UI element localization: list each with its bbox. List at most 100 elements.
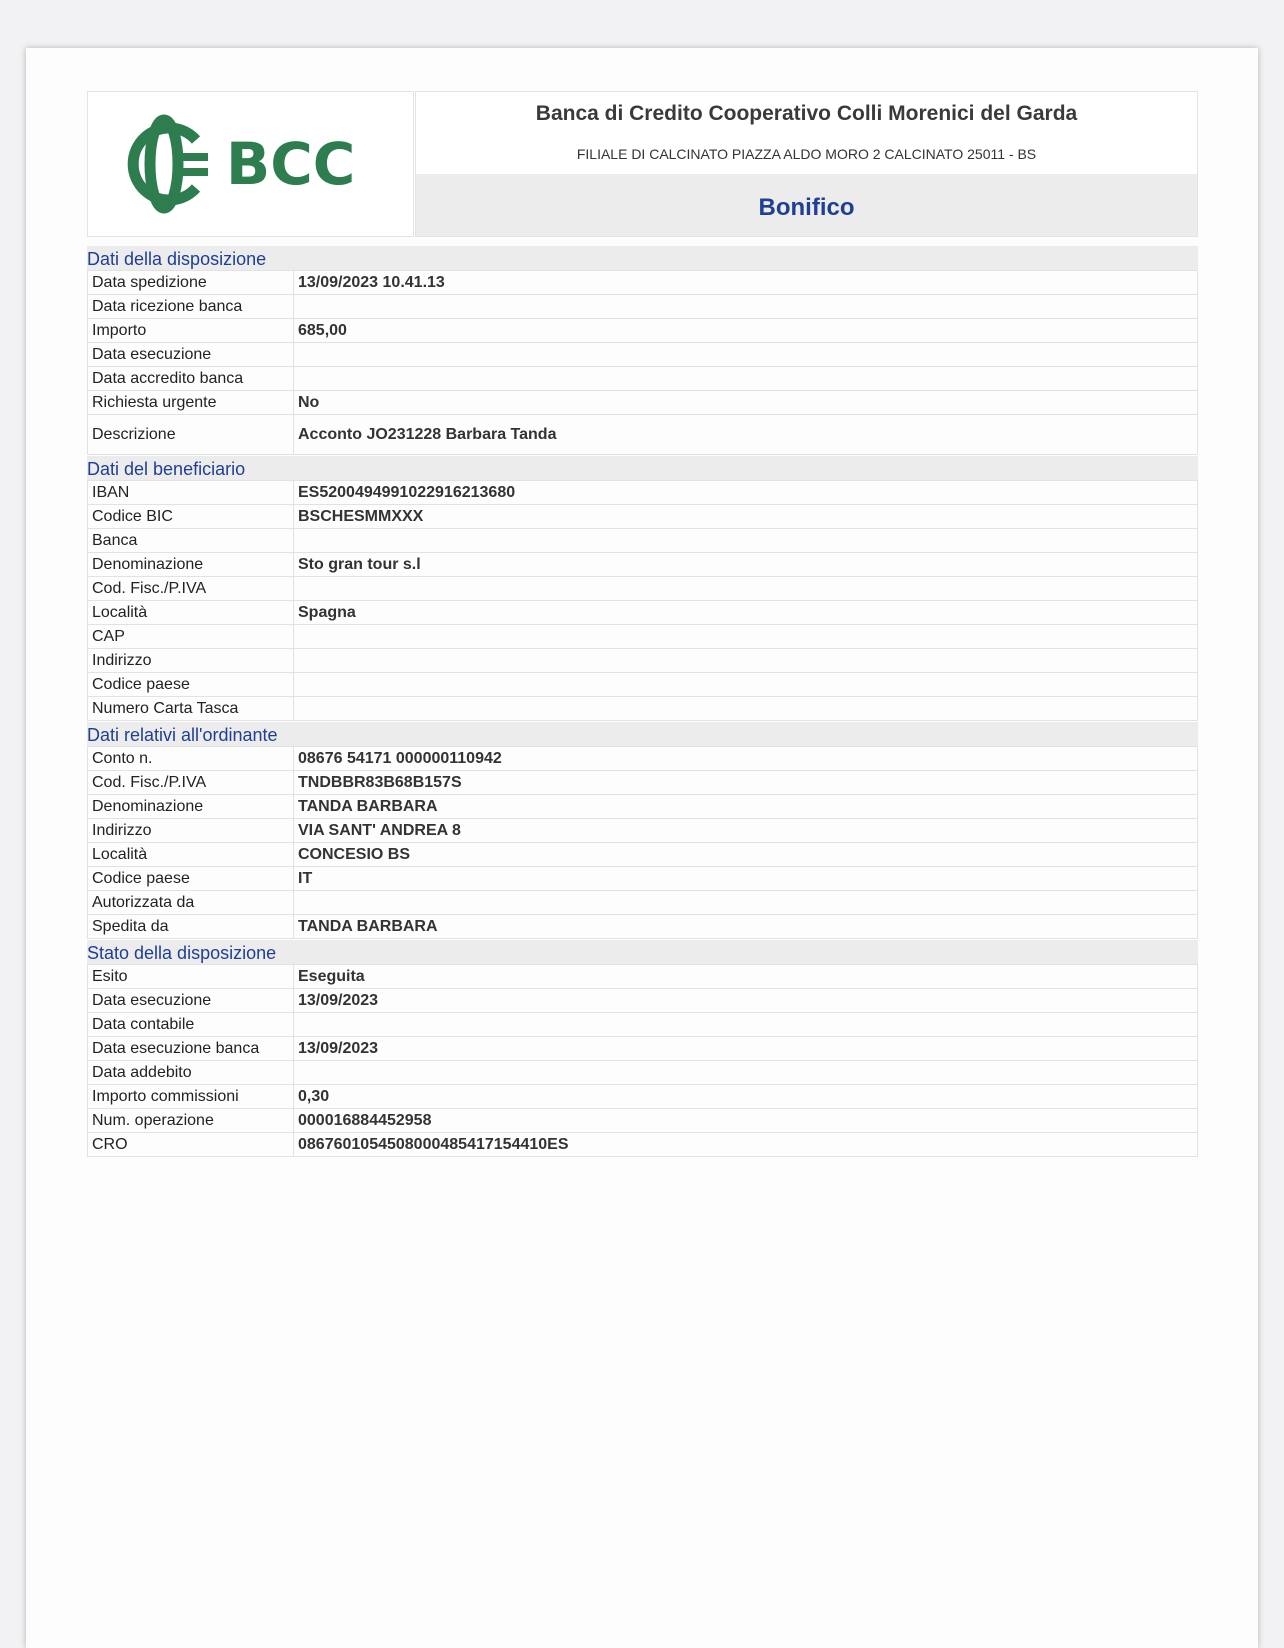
- field-value: [293, 1060, 1198, 1085]
- table-row: Numero Carta Tasca: [87, 696, 1198, 721]
- table-row: Denominazione TANDA BARBARA: [87, 794, 1198, 819]
- document-page: BCC Banca di Credito Cooperativo Colli M…: [26, 48, 1258, 1648]
- field-value: [293, 696, 1198, 721]
- table-row: Spedita da TANDA BARBARA: [87, 914, 1198, 939]
- document-header: BCC Banca di Credito Cooperativo Colli M…: [87, 91, 1198, 237]
- field-value: TNDBBR83B68B157S: [293, 770, 1198, 795]
- field-label: Cod. Fisc./P.IVA: [87, 770, 294, 795]
- table-row: CAP: [87, 624, 1198, 649]
- table-row: Richiesta urgente No: [87, 390, 1198, 415]
- field-value: [293, 624, 1198, 649]
- field-label: Importo: [87, 318, 294, 343]
- field-value: [293, 366, 1198, 391]
- table-row: Data esecuzione: [87, 342, 1198, 367]
- field-value: Sto gran tour s.l: [293, 552, 1198, 577]
- field-label: Cod. Fisc./P.IVA: [87, 576, 294, 601]
- field-value: 13/09/2023: [293, 1036, 1198, 1061]
- field-value: [293, 576, 1198, 601]
- table-row: IBAN ES5200494991022916213680: [87, 480, 1198, 505]
- table-row: Indirizzo VIA SANT' ANDREA 8: [87, 818, 1198, 843]
- field-label: IBAN: [87, 480, 294, 505]
- table-row: Data spedizione 13/09/2023 10.41.13: [87, 270, 1198, 295]
- field-label: Richiesta urgente: [87, 390, 294, 415]
- field-label: Banca: [87, 528, 294, 553]
- field-value: 0867601054508000485417154410ES: [293, 1132, 1198, 1157]
- table-row: Codice paese: [87, 672, 1198, 697]
- field-value: BSCHESMMXXX: [293, 504, 1198, 529]
- field-value: [293, 1012, 1198, 1037]
- table-row: Num. operazione 000016884452958: [87, 1108, 1198, 1133]
- field-value: VIA SANT' ANDREA 8: [293, 818, 1198, 843]
- field-value: 08676 54171 000000110942: [293, 746, 1198, 771]
- table-row: Importo 685,00: [87, 318, 1198, 343]
- bank-name: Banca di Credito Cooperativo Colli Moren…: [535, 102, 1078, 125]
- logo-text: BCC: [226, 130, 355, 198]
- field-label: Numero Carta Tasca: [87, 696, 294, 721]
- field-value: IT: [293, 866, 1198, 891]
- field-label: Data esecuzione banca: [87, 1036, 294, 1061]
- table-row: Descrizione Acconto JO231228 Barbara Tand…: [87, 414, 1198, 455]
- field-value: 000016884452958: [293, 1108, 1198, 1133]
- table-row: Data esecuzione 13/09/2023: [87, 988, 1198, 1013]
- table-row: CRO 0867601054508000485417154410ES: [87, 1132, 1198, 1157]
- section-title: Dati del beneficiario: [87, 456, 1198, 480]
- transfer-details: Dati della disposizione Data spedizione 13…: [87, 245, 1198, 1157]
- field-value: 685,00: [293, 318, 1198, 343]
- section-table: IBAN ES5200494991022916213680 Codice BIC BS…: [87, 480, 1198, 721]
- field-label: Importo commissioni: [87, 1084, 294, 1109]
- field-label: Data esecuzione: [87, 988, 294, 1013]
- field-label: Descrizione: [87, 414, 294, 455]
- field-label: Denominazione: [87, 794, 294, 819]
- bcc-logo-icon: BCC: [127, 114, 355, 214]
- field-value: CONCESIO BS: [293, 842, 1198, 867]
- table-row: Banca: [87, 528, 1198, 553]
- field-value: TANDA BARBARA: [293, 794, 1198, 819]
- field-label: Indirizzo: [87, 648, 294, 673]
- field-value: Acconto JO231228 Barbara Tanda: [293, 414, 1198, 455]
- table-row: Data accredito banca: [87, 366, 1198, 391]
- section-title: Stato della disposizione: [87, 940, 1198, 964]
- field-value: [293, 648, 1198, 673]
- table-row: Codice BIC BSCHESMMXXX: [87, 504, 1198, 529]
- field-label: Località: [87, 600, 294, 625]
- field-label: Codice BIC: [87, 504, 294, 529]
- field-label: Esito: [87, 964, 294, 989]
- field-value: [293, 890, 1198, 915]
- field-value: [293, 342, 1198, 367]
- field-label: Data spedizione: [87, 270, 294, 295]
- field-label: Data addebito: [87, 1060, 294, 1085]
- section-table: Esito Eseguita Data esecuzione 13/09/2023 Da…: [87, 964, 1198, 1157]
- field-label: Conto n.: [87, 746, 294, 771]
- section-table: Conto n. 08676 54171 000000110942 Cod. Fis…: [87, 746, 1198, 939]
- field-label: CRO: [87, 1132, 294, 1157]
- field-label: Data esecuzione: [87, 342, 294, 367]
- field-label: Autorizzata da: [87, 890, 294, 915]
- table-row: Data esecuzione banca 13/09/2023: [87, 1036, 1198, 1061]
- table-row: Denominazione Sto gran tour s.l: [87, 552, 1198, 577]
- table-row: Cod. Fisc./P.IVA: [87, 576, 1198, 601]
- field-value: ES5200494991022916213680: [293, 480, 1198, 505]
- table-row: Data addebito: [87, 1060, 1198, 1085]
- field-value: 0,30: [293, 1084, 1198, 1109]
- table-row: Conto n. 08676 54171 000000110942: [87, 746, 1198, 771]
- table-row: Indirizzo: [87, 648, 1198, 673]
- bank-branch: FILIALE DI CALCINATO PIAZZA ALDO MORO 2 …: [576, 146, 1037, 162]
- field-value: Spagna: [293, 600, 1198, 625]
- field-label: Indirizzo: [87, 818, 294, 843]
- field-label: Codice paese: [87, 866, 294, 891]
- field-value: Eseguita: [293, 964, 1198, 989]
- bank-logo-box: BCC: [87, 91, 414, 237]
- document-type: Bonifico: [758, 194, 855, 221]
- table-row: Data contabile: [87, 1012, 1198, 1037]
- section-title: Dati relativi all'ordinante: [87, 722, 1198, 746]
- table-row: Cod. Fisc./P.IVA TNDBBR83B68B157S: [87, 770, 1198, 795]
- field-label: Data ricezione banca: [87, 294, 294, 319]
- table-row: Data ricezione banca: [87, 294, 1198, 319]
- table-row: Autorizzata da: [87, 890, 1198, 915]
- field-label: Num. operazione: [87, 1108, 294, 1133]
- field-label: Codice paese: [87, 672, 294, 697]
- field-label: Denominazione: [87, 552, 294, 577]
- field-label: Località: [87, 842, 294, 867]
- field-value: [293, 672, 1198, 697]
- table-row: Località CONCESIO BS: [87, 842, 1198, 867]
